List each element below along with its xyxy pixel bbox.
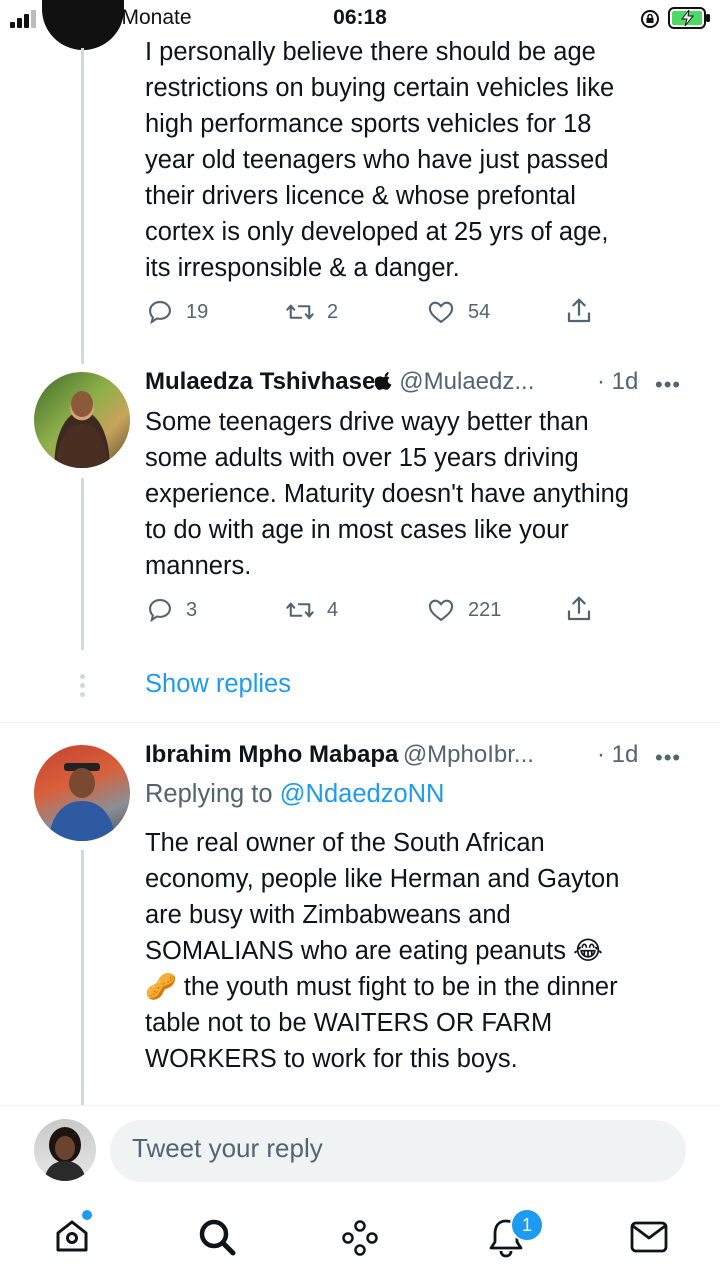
person-figure [48, 763, 116, 841]
reply-icon [149, 599, 171, 623]
person-figure [44, 1127, 86, 1181]
mention-link[interactable]: @NdaedzoNN [280, 780, 445, 808]
tweet-header: Ibrahim Mpho Mabapa @MphoIbr... [145, 741, 595, 775]
retweet-count: 4 [327, 598, 339, 621]
reply-button[interactable]: 19 [146, 298, 208, 326]
thread-dots [78, 674, 86, 697]
tweet-text: Some teenagers drive wayy better than so… [145, 408, 629, 580]
tweet-text: The real owner of the South African econ… [145, 829, 620, 1073]
heart-icon [428, 301, 454, 324]
home-icon[interactable] [52, 1216, 92, 1256]
search-icon[interactable] [196, 1216, 238, 1258]
reply-icon [149, 301, 171, 325]
divider [0, 722, 720, 723]
more-options-icon[interactable]: ••• [655, 372, 681, 398]
heart-icon [428, 599, 454, 622]
tweet-time[interactable]: · 1d [597, 741, 638, 769]
like-button[interactable]: 54 [426, 298, 490, 326]
like-count: 54 [468, 300, 491, 323]
spaces-icon[interactable] [340, 1218, 380, 1258]
retweet-button[interactable]: 4 [285, 596, 338, 624]
avatar[interactable] [42, 0, 124, 50]
reply-count: 3 [186, 598, 198, 621]
messages-icon[interactable] [630, 1220, 668, 1254]
rotation-lock-icon [641, 10, 659, 28]
replying-to: Replying to @NdaedzoNN [145, 780, 445, 808]
person-figure [56, 391, 108, 468]
retweet-icon [286, 304, 314, 320]
apple-icon [374, 372, 392, 390]
display-name[interactable]: Mulaedza Tshivhase [145, 368, 375, 395]
share-icon[interactable] [564, 594, 594, 624]
tweet-time[interactable]: · 1d [597, 368, 638, 396]
bottom-nav: 1 [0, 1196, 720, 1280]
thread-line [81, 478, 84, 650]
my-avatar[interactable] [34, 1119, 96, 1181]
handle[interactable]: @MphoIbr... [403, 741, 534, 768]
new-content-dot [82, 1210, 92, 1220]
avatar[interactable] [34, 372, 130, 468]
retweet-count: 2 [327, 300, 339, 323]
retweet-icon [286, 602, 314, 618]
handle[interactable]: @Mulaedz... [399, 368, 534, 395]
divider [0, 1105, 720, 1106]
notification-badge: 1 [510, 1208, 544, 1242]
like-count: 221 [468, 598, 502, 621]
like-button[interactable]: 221 [426, 596, 501, 624]
avatar[interactable] [34, 745, 130, 841]
reply-button[interactable]: 3 [146, 596, 197, 624]
retweet-button[interactable]: 2 [285, 298, 338, 326]
thread-line [81, 850, 84, 1105]
reply-count: 19 [186, 300, 209, 323]
thread-line [81, 48, 84, 364]
share-icon[interactable] [564, 296, 594, 326]
more-options-icon[interactable]: ••• [655, 745, 681, 771]
reply-placeholder: Tweet your reply [132, 1133, 323, 1163]
display-name[interactable]: Ibrahim Mpho Mabapa [145, 741, 398, 768]
tweet-text: I personally believe there should be age… [145, 38, 615, 282]
battery-charging-icon [668, 7, 710, 29]
show-replies-link[interactable]: Show replies [145, 670, 291, 699]
